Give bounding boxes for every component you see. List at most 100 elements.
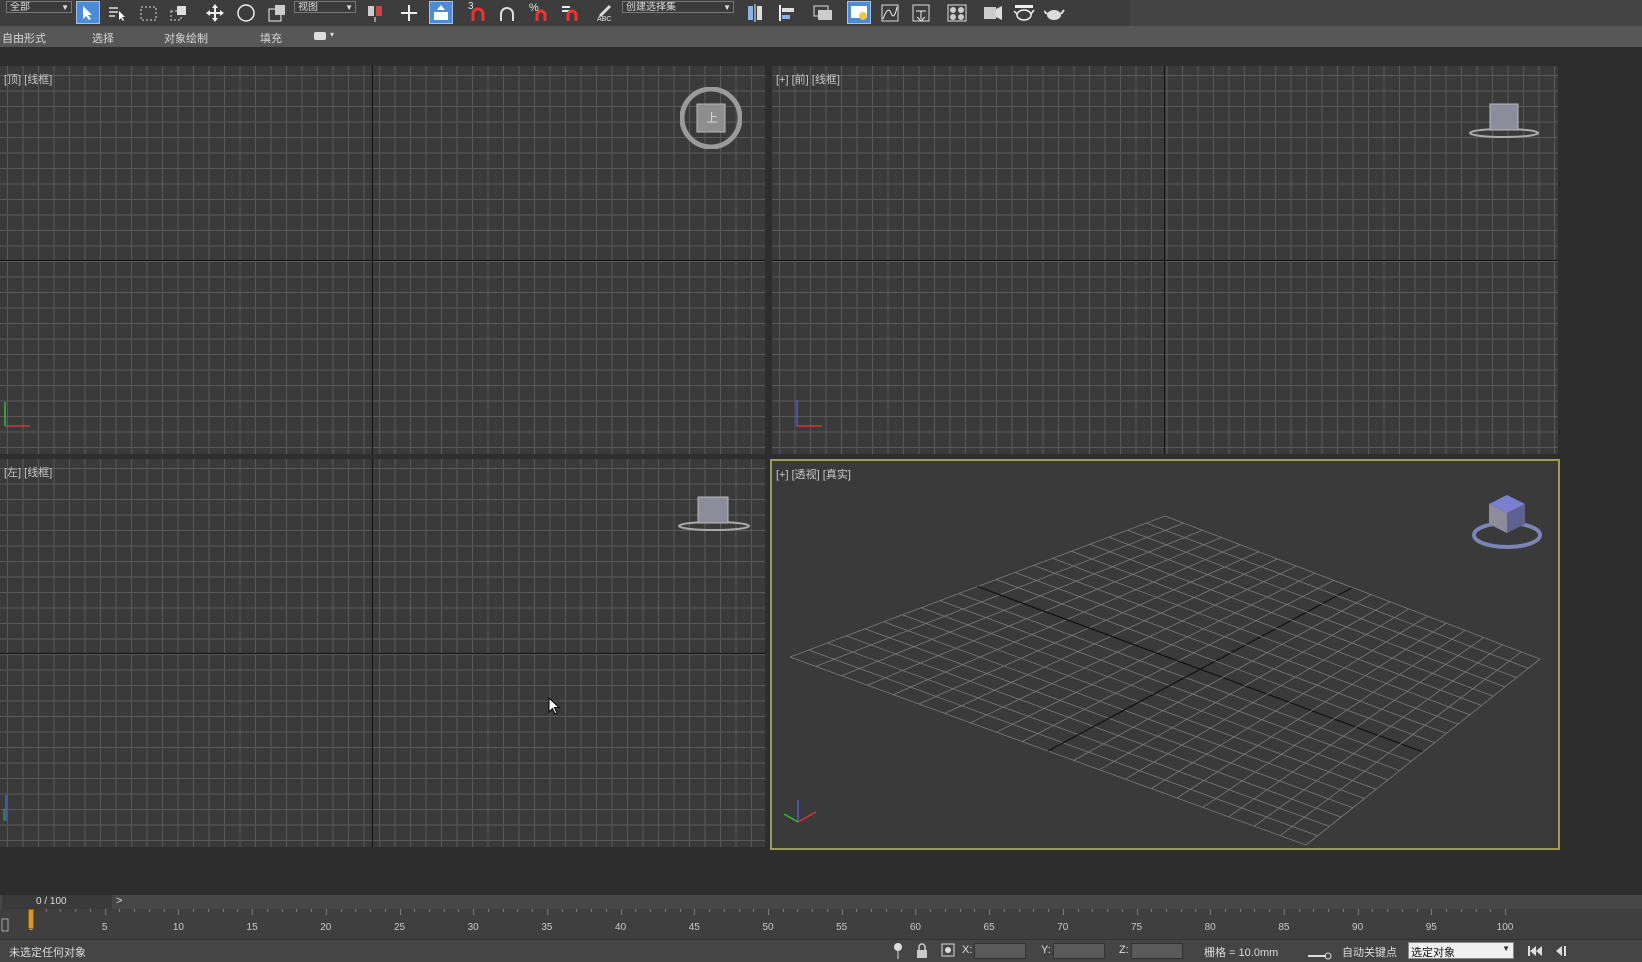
select-by-name-button[interactable] <box>106 2 128 23</box>
grid-axis-horizontal <box>0 260 765 261</box>
curve-editor-button[interactable] <box>879 2 901 23</box>
time-slider[interactable]: 0 / 100 <box>2 895 112 909</box>
timeline-tick <box>311 909 313 912</box>
viewcube[interactable] <box>1470 491 1544 553</box>
z-coord-field[interactable] <box>1131 943 1183 959</box>
viewcube[interactable] <box>1468 102 1540 142</box>
reference-coord-dropdown[interactable]: 视图 ▼ <box>294 1 356 13</box>
timeline-tick <box>871 909 873 912</box>
material-editor-button[interactable] <box>946 2 968 23</box>
viewport-left[interactable]: [左] [线框] <box>0 459 765 847</box>
timeline-tick <box>207 909 209 912</box>
go-to-start-icon[interactable] <box>1526 944 1544 958</box>
viewport-label[interactable]: [左] [线框] <box>4 464 52 480</box>
timeline-tick <box>296 909 298 912</box>
viewcube[interactable] <box>676 495 752 535</box>
snap-25d-button[interactable] <box>497 2 519 23</box>
spinner-snap-button[interactable] <box>559 2 581 23</box>
axis-tripod-icon <box>796 400 822 427</box>
timeline-tick <box>605 909 607 912</box>
timeline-tick <box>355 909 357 912</box>
timeline-tick <box>60 909 62 912</box>
selection-filter-dropdown[interactable]: 全部 ▼ <box>6 1 72 13</box>
timeline-tick <box>768 909 769 915</box>
schematic-view-button[interactable] <box>910 2 932 23</box>
timeline-tick <box>1033 909 1035 912</box>
pin-icon[interactable] <box>892 942 904 960</box>
auto-key-button[interactable]: 自动关键点 <box>1342 944 1397 960</box>
layer-explorer-button[interactable] <box>812 2 834 23</box>
timeline-tick <box>679 909 681 912</box>
window-crossing-button[interactable] <box>168 2 190 23</box>
select-object-button[interactable] <box>76 1 100 24</box>
edit-named-selection-button[interactable]: ABC <box>592 2 614 23</box>
y-coord-field[interactable] <box>1053 943 1105 959</box>
viewcube[interactable]: 上 <box>679 86 743 150</box>
x-coord-field[interactable] <box>974 943 1026 959</box>
move-button[interactable] <box>204 2 226 23</box>
timeline-tick <box>104 909 106 915</box>
render-setup-button[interactable] <box>982 2 1004 23</box>
rendered-frame-window-button[interactable] <box>1013 2 1035 23</box>
timeline-tick <box>1490 909 1492 912</box>
tab-freeform[interactable]: 自由形式 <box>2 30 46 46</box>
ribbon-toggle-button[interactable] <box>314 32 326 40</box>
viewport-front[interactable]: [+] [前] [线框] <box>772 66 1558 454</box>
reference-coord-value: 视图 <box>298 2 318 13</box>
keyboard-shortcut-override-button[interactable] <box>429 1 453 24</box>
timeline-tick <box>1505 909 1506 915</box>
scale-button[interactable] <box>266 2 288 23</box>
next-frame-arrow[interactable]: > <box>116 895 122 907</box>
ribbon-options-arrow-icon[interactable]: ▾ <box>330 30 334 39</box>
tab-populate[interactable]: 填充 <box>260 30 282 46</box>
timeline-tick <box>1018 909 1020 912</box>
key-icon[interactable] <box>1306 946 1332 960</box>
pivot-center-icon <box>368 5 382 22</box>
named-selection-sets-dropdown[interactable]: 创建选择集 ▼ <box>622 1 734 13</box>
render-setup-icon <box>984 5 1002 20</box>
percent-snap-button[interactable]: % <box>528 2 550 23</box>
timeline-tick <box>1446 909 1448 912</box>
timeline-tick <box>399 909 401 915</box>
viewport-perspective[interactable]: [+] [透视] [真实] <box>770 459 1560 850</box>
viewport-label[interactable]: [顶] [线框] <box>4 71 52 87</box>
named-selection-value: 创建选择集 <box>626 2 676 13</box>
timeline-tick <box>723 909 725 912</box>
track-bar[interactable]: 0510152025303540455055606570758085909510… <box>0 909 1642 939</box>
render-production-button[interactable] <box>1044 2 1066 23</box>
viewport-top[interactable]: [顶] [线框] 上 <box>0 66 765 454</box>
rotate-button[interactable] <box>235 2 257 23</box>
mirror-icon <box>748 3 762 22</box>
timeline-tick <box>635 909 637 912</box>
timeline-tick <box>428 909 430 912</box>
mirror-button[interactable] <box>744 2 766 23</box>
snap-3d-label: 3 <box>468 1 474 12</box>
viewport-label[interactable]: [+] [前] [线框] <box>776 71 840 87</box>
timeline-tick <box>591 909 593 912</box>
lock-icon[interactable] <box>915 943 929 959</box>
tab-selection[interactable]: 选择 <box>92 30 114 46</box>
time-slider-handle[interactable] <box>28 909 34 929</box>
cursor-arrow-icon <box>83 5 92 20</box>
timeline-tick <box>134 909 136 912</box>
snap-3d-button[interactable]: 3 <box>467 1 489 23</box>
timeline-tick <box>1180 909 1182 912</box>
timeline-tick <box>1357 909 1359 915</box>
timeline-tick-label: 40 <box>615 922 627 933</box>
key-filter-dropdown[interactable]: 选定对象 ▼ <box>1408 942 1514 959</box>
grid-axis-vertical <box>1164 66 1165 454</box>
grid-axis-horizontal <box>0 653 765 654</box>
pivot-center-button[interactable] <box>364 2 386 23</box>
absolute-mode-icon[interactable] <box>940 942 956 960</box>
timeline-tick <box>856 909 858 912</box>
timeline-tick <box>1107 909 1109 912</box>
timeline-tick <box>546 909 548 915</box>
timeline-tick <box>384 909 386 912</box>
previous-frame-icon[interactable] <box>1550 944 1568 958</box>
rect-selection-region-button[interactable] <box>138 2 160 23</box>
align-button[interactable] <box>776 2 798 23</box>
select-and-manipulate-button[interactable] <box>398 2 420 23</box>
scene-explorer-button[interactable] <box>847 1 871 24</box>
tab-object-paint[interactable]: 对象绘制 <box>164 30 208 46</box>
curve-editor-icon <box>881 4 899 21</box>
